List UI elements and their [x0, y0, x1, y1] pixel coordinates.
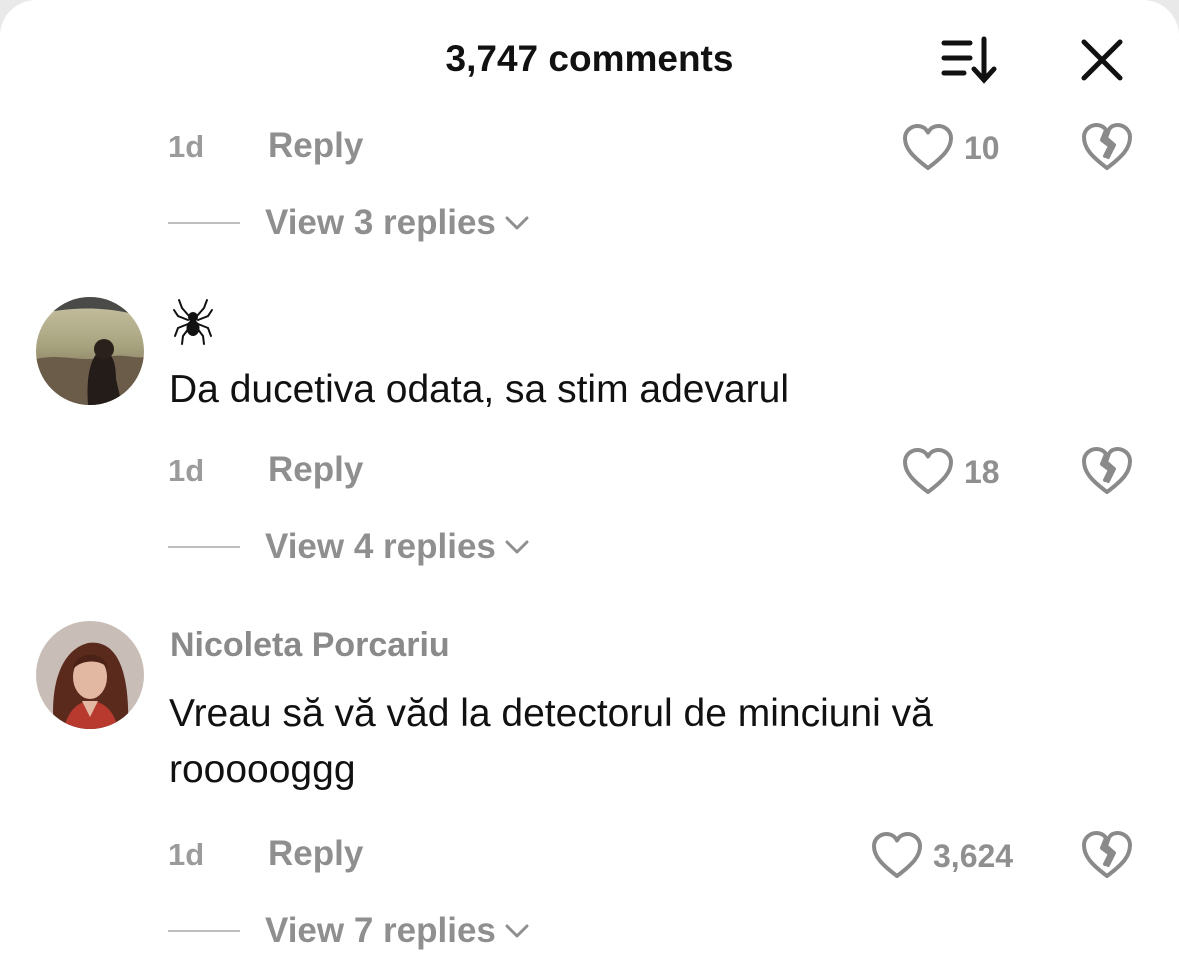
broken-heart-icon [1082, 123, 1132, 170]
dislike-button[interactable] [1080, 122, 1134, 172]
like-count: 18 [964, 453, 1000, 490]
close-button[interactable] [1078, 36, 1126, 84]
replies-divider [168, 546, 240, 548]
view-replies-button[interactable]: View 4 replies [265, 527, 530, 567]
comments-count-title: 3,747 comments [445, 38, 734, 79]
username[interactable]: Nicoleta Porcariu [170, 626, 450, 665]
replies-divider [168, 930, 240, 932]
chevron-down-icon [505, 924, 529, 938]
like-count: 10 [964, 129, 1000, 166]
comments-sheet: 3,747 comments 1d Reply 10 View 3 replie… [0, 0, 1179, 973]
reply-button[interactable]: Reply [268, 834, 363, 874]
like-button[interactable]: 10 [902, 122, 1000, 174]
heart-outline-icon [903, 448, 953, 494]
close-icon [1081, 39, 1123, 81]
avatar[interactable] [36, 621, 144, 729]
sort-button[interactable] [940, 34, 998, 86]
avatar[interactable] [36, 297, 144, 405]
view-replies-label: View 3 replies [265, 203, 496, 242]
comment-text: Vreau să vă văd la detectorul de minciun… [169, 692, 933, 791]
broken-heart-icon [1082, 831, 1132, 878]
heart-outline-icon [903, 124, 953, 170]
dislike-button[interactable] [1080, 446, 1134, 496]
chevron-down-icon [505, 540, 529, 554]
view-replies-button[interactable]: View 3 replies [265, 203, 530, 243]
reply-button[interactable]: Reply [268, 450, 363, 490]
comment-text: Da ducetiva odata, sa stim adevarul [169, 368, 790, 411]
comments-header: 3,747 comments [0, 0, 1179, 120]
spider-icon [173, 299, 213, 345]
like-count: 3,624 [933, 837, 1014, 874]
comment-time: 1d [168, 837, 205, 872]
comment-time: 1d [168, 453, 205, 488]
broken-heart-icon [1082, 447, 1132, 494]
replies-divider [168, 222, 240, 224]
like-button[interactable]: 3,624 [871, 830, 1013, 882]
view-replies-label: View 4 replies [265, 527, 496, 566]
like-button[interactable]: 18 [902, 446, 1000, 498]
chevron-down-icon [505, 216, 529, 230]
username[interactable] [172, 296, 214, 346]
view-replies-label: View 7 replies [265, 911, 496, 950]
dislike-button[interactable] [1080, 830, 1134, 880]
reply-button[interactable]: Reply [268, 126, 363, 166]
comment-time: 1d [168, 129, 205, 164]
sort-icon [941, 36, 997, 84]
view-replies-button[interactable]: View 7 replies [265, 911, 530, 951]
heart-outline-icon [872, 832, 922, 878]
